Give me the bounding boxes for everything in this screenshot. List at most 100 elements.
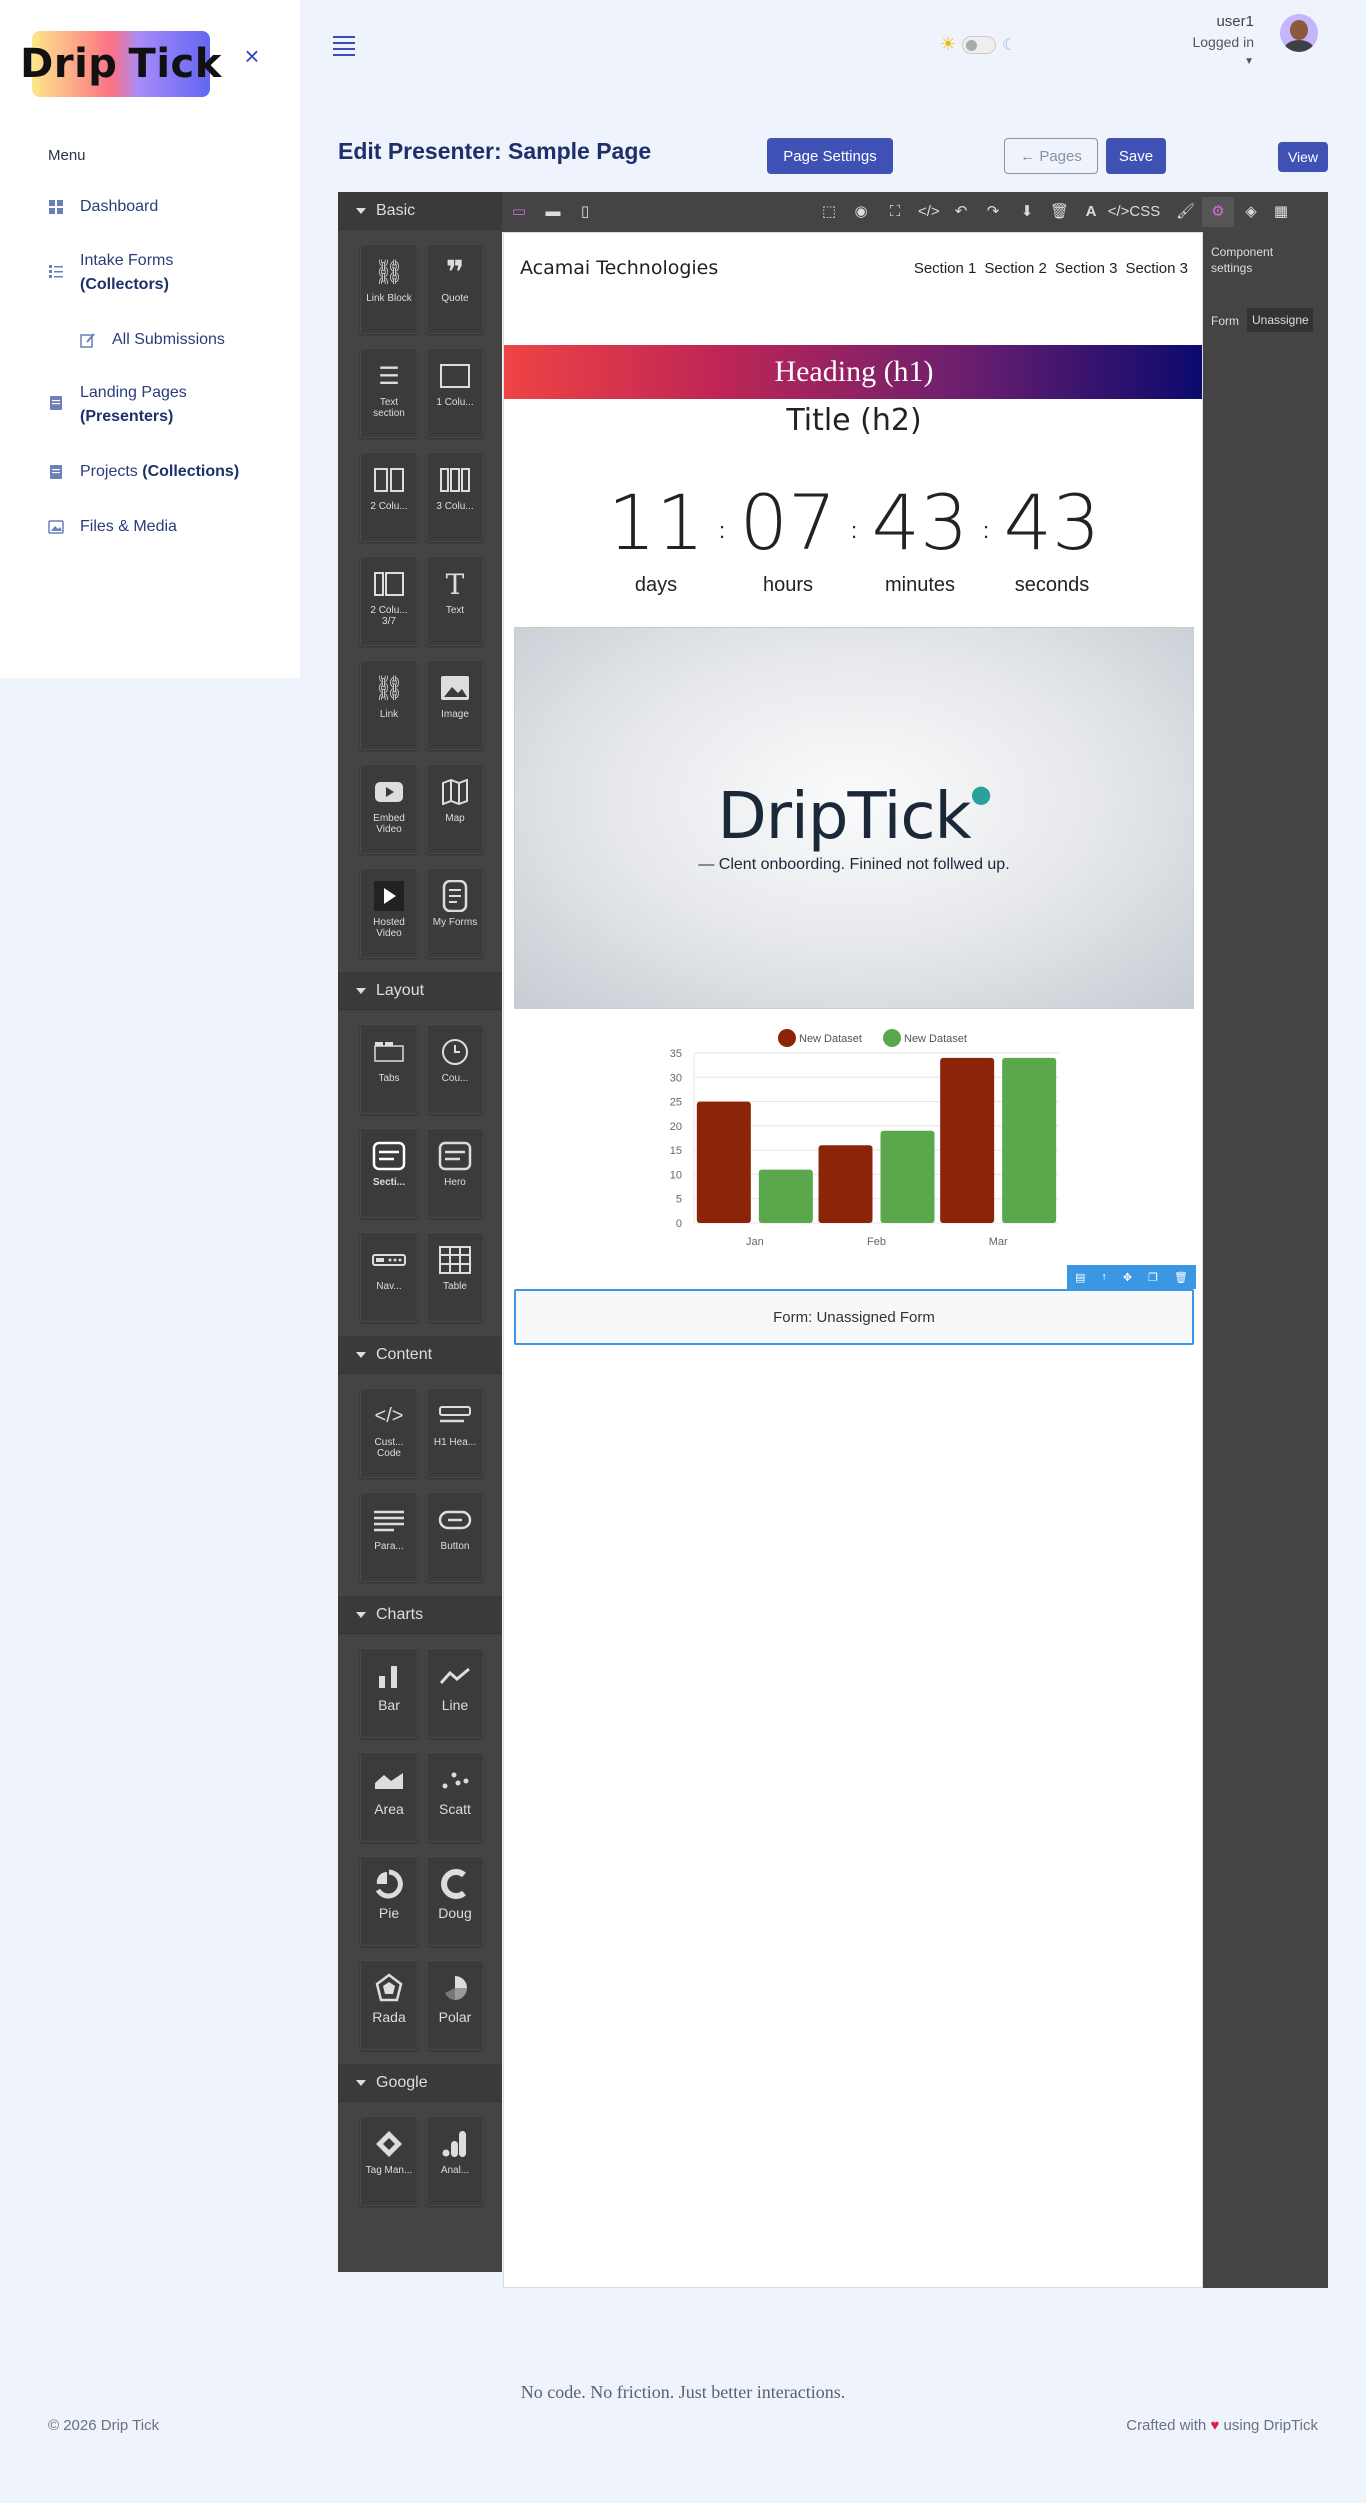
block-hosted-video[interactable]: Hosted Video (360, 868, 418, 958)
pages-button[interactable]: ← Pages (1004, 138, 1098, 174)
canvas-brand[interactable]: Acamai Technologies (520, 257, 718, 279)
block-button[interactable]: Button (426, 1492, 484, 1582)
canvas-title-h2[interactable]: Title (h2) (504, 403, 1202, 438)
chevron-down-icon[interactable]: ▼ (1192, 52, 1254, 72)
hamburger-icon[interactable] (333, 36, 355, 56)
canvas-nav-link[interactable]: Section 3 (1055, 260, 1118, 277)
eye-icon[interactable]: ◉ (852, 203, 870, 221)
block-analytics[interactable]: Anal... (426, 2116, 484, 2206)
credit-suffix[interactable]: using DripTick (1224, 2417, 1318, 2434)
block-navbar[interactable]: Nav... (360, 1232, 418, 1322)
copy-icon[interactable]: ❐ (1148, 1271, 1158, 1284)
canvas-nav-link[interactable]: Section 2 (984, 260, 1047, 277)
block-my-forms[interactable]: My Forms (426, 868, 484, 958)
canvas-navbar[interactable]: Acamai Technologies Section 1 Section 2 … (504, 233, 1202, 303)
brush-icon[interactable]: 🖌 (1176, 203, 1195, 221)
block-table[interactable]: Table (426, 1232, 484, 1322)
undo-icon[interactable]: ↶ (952, 203, 970, 221)
tablet-icon[interactable]: ▬ (544, 203, 562, 221)
fullscreen-icon[interactable]: ⛶ (886, 203, 904, 221)
avatar[interactable] (1280, 14, 1318, 52)
countdown-timer[interactable]: 11 days : 07 hours : 43 minutes : 43 seconds (504, 478, 1202, 597)
form-component[interactable]: Form: Unassigned Form (514, 1289, 1194, 1345)
layers-icon[interactable]: ◈ (1242, 203, 1260, 221)
bar-chart[interactable]: New Dataset New Dataset 0 5 10 15 20 25 30 35 Jan F… (604, 1023, 1104, 1263)
block-quote[interactable]: ❞ Quote (426, 244, 484, 334)
move-icon[interactable]: ✥ (1123, 1271, 1132, 1284)
block-radar-chart[interactable]: Rada (360, 1960, 418, 2050)
outline-icon[interactable]: ⬚ (820, 203, 838, 221)
category-layout[interactable]: Layout (338, 972, 502, 1010)
trash-icon[interactable]: 🗑 (1050, 203, 1069, 221)
block-map[interactable]: Map (426, 764, 484, 854)
countdown-separator: : (718, 518, 726, 543)
sidebar-item-intake-forms[interactable]: Intake Forms (Collectors) (48, 249, 173, 297)
block-link-block[interactable]: ⛓ Link Block (360, 244, 418, 334)
category-basic[interactable]: Basic (338, 192, 502, 230)
block-image[interactable]: Image (426, 660, 484, 750)
block-section[interactable]: Secti... (360, 1128, 418, 1218)
sidebar-item-projects[interactable]: Projects (Collections) (48, 460, 239, 484)
sidebar-item-files-media[interactable]: Files & Media (48, 515, 177, 539)
editor-canvas[interactable]: Acamai Technologies Section 1 Section 2 … (503, 232, 1203, 2288)
save-button[interactable]: Save (1106, 138, 1166, 174)
countdown-separator: : (850, 518, 858, 543)
theme-toggle[interactable] (962, 35, 997, 54)
block-text[interactable]: T Text (426, 556, 484, 646)
blocks-icon[interactable]: ▦ (1272, 203, 1290, 221)
hero-image[interactable]: DripTick● — Clent onboording. Finined no… (514, 627, 1194, 1009)
category-charts[interactable]: Charts (338, 1596, 502, 1634)
view-button[interactable]: View (1278, 142, 1328, 172)
redo-icon[interactable]: ↷ (984, 203, 1002, 221)
block-2-columns[interactable]: 2 Colu... (360, 452, 418, 542)
block-tag-manager[interactable]: Tag Man... (360, 2116, 418, 2206)
countdown-unit: 11 days (601, 478, 711, 597)
block-hero[interactable]: Hero (426, 1128, 484, 1218)
arrow-up-icon[interactable]: ↑ (1101, 1271, 1107, 1283)
block-scatter-chart[interactable]: Scatt (426, 1752, 484, 1842)
canvas-heading-h1[interactable]: Heading (h1) (504, 345, 1202, 399)
dashboard-icon (49, 200, 63, 214)
sidebar-item-bold: (Presenters) (80, 408, 174, 425)
sidebar-item-dashboard[interactable]: Dashboard (48, 195, 158, 219)
block-polar-chart[interactable]: Polar (426, 1960, 484, 2050)
category-content[interactable]: Content (338, 1336, 502, 1374)
app-logo[interactable]: Drip Tick (20, 31, 221, 97)
code-icon[interactable]: </> (918, 203, 940, 221)
gear-icon[interactable]: ⚙ (1202, 197, 1234, 227)
theme-switcher[interactable]: ☀ ☾ (940, 34, 1016, 55)
close-icon[interactable]: × (240, 43, 264, 69)
css-button[interactable]: </>CSS (1106, 203, 1162, 221)
block-2-columns-37[interactable]: 2 Colu... 3/7 (360, 556, 418, 646)
download-icon[interactable]: ⬇ (1018, 203, 1036, 221)
block-paragraph[interactable]: Para... (360, 1492, 418, 1582)
select-parent-icon[interactable]: ▤ (1075, 1271, 1085, 1284)
block-countdown[interactable]: Cou... (426, 1024, 484, 1114)
canvas-nav-link[interactable]: Section 1 (914, 260, 977, 277)
block-h1-heading[interactable]: H1 Hea... (426, 1388, 484, 1478)
block-area-chart[interactable]: Area (360, 1752, 418, 1842)
mobile-icon[interactable]: ▯ (576, 203, 594, 221)
block-embed-video[interactable]: Embed Video (360, 764, 418, 854)
block-link[interactable]: ⛓ Link (360, 660, 418, 750)
font-icon[interactable]: A (1082, 203, 1100, 221)
page-settings-button[interactable]: Page Settings (767, 138, 893, 174)
block-bar-chart[interactable]: Bar (360, 1648, 418, 1738)
form-select[interactable]: Unassigne (1247, 308, 1313, 332)
block-text-section[interactable]: ☰ Text section (360, 348, 418, 438)
user-menu[interactable]: user1 Logged in ▼ (1192, 12, 1254, 72)
block-custom-code[interactable]: </> Cust... Code (360, 1388, 418, 1478)
block-1-column[interactable]: 1 Colu... (426, 348, 484, 438)
code-icon: </> (374, 1404, 404, 1427)
canvas-nav-link[interactable]: Section 3 (1125, 260, 1188, 277)
desktop-icon[interactable]: ▭ (510, 203, 528, 221)
block-pie-chart[interactable]: Pie (360, 1856, 418, 1946)
sidebar-item-landing-pages[interactable]: Landing Pages (Presenters) (48, 381, 187, 429)
delete-icon[interactable]: 🗑 (1174, 1271, 1188, 1284)
block-doughnut-chart[interactable]: Doug (426, 1856, 484, 1946)
block-3-columns[interactable]: 3 Colu... (426, 452, 484, 542)
sidebar-item-all-submissions[interactable]: All Submissions (80, 328, 225, 352)
category-google[interactable]: Google (338, 2064, 502, 2102)
block-tabs[interactable]: Tabs (360, 1024, 418, 1114)
block-line-chart[interactable]: Line (426, 1648, 484, 1738)
